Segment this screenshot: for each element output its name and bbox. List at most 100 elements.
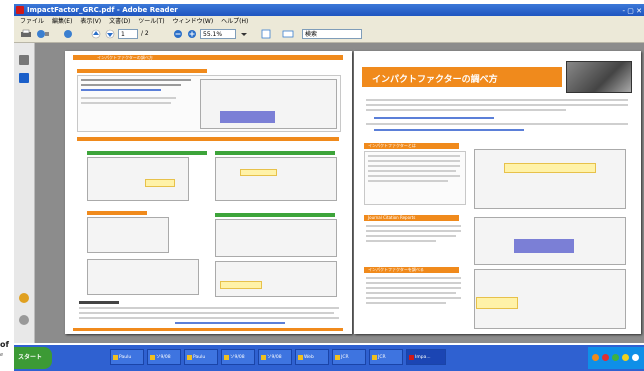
- screenshot-step: [87, 217, 169, 253]
- browser-icon: [298, 355, 303, 360]
- text-line: [81, 84, 181, 86]
- menu-view[interactable]: 表示(V): [80, 16, 101, 27]
- pdf-page-left: インパクトファクターの調べ方: [65, 51, 352, 334]
- menu-edit[interactable]: 編集(E): [52, 16, 72, 27]
- text-line: [366, 104, 628, 106]
- browser-icon: [335, 355, 340, 360]
- header-photo: [566, 61, 632, 93]
- formula-box: [504, 163, 596, 173]
- arrow-up-icon[interactable]: [90, 29, 102, 39]
- callout-box: [240, 169, 277, 176]
- comments-icon[interactable]: [19, 293, 29, 303]
- taskbar-item[interactable]: Paulu: [184, 349, 218, 365]
- zoom-in-icon[interactable]: [186, 29, 198, 39]
- folder-icon: [187, 355, 192, 360]
- tray-icon[interactable]: [622, 354, 629, 361]
- bookmarks-icon[interactable]: [19, 73, 29, 83]
- text-line: [79, 307, 339, 309]
- text-line: [368, 180, 448, 182]
- fit-width-icon[interactable]: [282, 29, 294, 39]
- menu-window[interactable]: ウィンドウ(W): [173, 16, 214, 27]
- taskbar-item[interactable]: ソ9/08: [258, 349, 292, 365]
- zoom-out-icon[interactable]: [172, 29, 184, 39]
- text-line: [366, 235, 456, 237]
- text-line: [368, 155, 460, 157]
- text-line: [368, 160, 460, 162]
- menu-tools[interactable]: ツール(T): [138, 16, 164, 27]
- tray-icon[interactable]: [632, 354, 639, 361]
- adobe-reader-icon: [16, 6, 24, 14]
- adobe-reader-icon: [409, 355, 414, 360]
- attachments-icon[interactable]: [19, 315, 29, 325]
- arrow-down-icon[interactable]: [104, 29, 116, 39]
- tray-icon[interactable]: [602, 354, 609, 361]
- print-icon[interactable]: [20, 29, 32, 39]
- fit-page-icon[interactable]: [260, 29, 272, 39]
- text-line: [366, 277, 461, 279]
- folder-icon: [113, 355, 118, 360]
- green-bar: [215, 213, 335, 217]
- text-line: [366, 282, 461, 284]
- text-line: [366, 297, 461, 299]
- taskbar-item[interactable]: Paulu: [110, 349, 144, 365]
- section-bar: [77, 137, 339, 141]
- link-line: [81, 89, 161, 91]
- cropped-caption-sub: e: [0, 352, 4, 358]
- email-icon[interactable]: [36, 29, 50, 39]
- section-heading: インパクトファクターとは: [368, 143, 416, 148]
- taskbar-item[interactable]: JCR: [332, 349, 366, 365]
- section-bar: [87, 211, 147, 215]
- menu-help[interactable]: ヘルプ(H): [221, 16, 248, 27]
- tray-icon[interactable]: [592, 354, 599, 361]
- text-line: [366, 230, 461, 232]
- text-line: [366, 109, 566, 111]
- link-line: [175, 322, 285, 324]
- taskbar-item-active[interactable]: Impa...: [406, 349, 446, 365]
- window-titlebar: ImpactFactor_GRC.pdf - Adobe Reader - ▢ …: [14, 4, 644, 16]
- text-line: [366, 302, 446, 304]
- chevron-down-icon[interactable]: [240, 29, 248, 39]
- zoom-select[interactable]: 55.1%: [200, 29, 236, 39]
- link-line: [374, 129, 524, 131]
- hand-tool-icon[interactable]: [62, 29, 74, 39]
- callout-box: [476, 297, 518, 309]
- tray-icon[interactable]: [612, 354, 619, 361]
- chart-bars: [220, 111, 275, 123]
- green-bar: [215, 151, 335, 155]
- callout-box: [220, 281, 262, 289]
- callout-box: [145, 179, 175, 187]
- cropped-caption: of: [0, 340, 9, 349]
- start-button[interactable]: スタート: [14, 347, 52, 369]
- page-total: / 2: [141, 30, 149, 37]
- taskbar-item[interactable]: ソ9/08: [221, 349, 255, 365]
- taskbar-item[interactable]: ソ9/08: [147, 349, 181, 365]
- footer-bar: [73, 328, 343, 331]
- text-line: [368, 165, 460, 167]
- menu-document[interactable]: 文書(D): [109, 16, 130, 27]
- text-line: [366, 292, 456, 294]
- windows-taskbar: スタート Paulu ソ9/08 Paulu ソ9/08 ソ9/08 Web J…: [14, 345, 644, 371]
- green-bar: [87, 151, 207, 155]
- menu-file[interactable]: ファイル: [20, 16, 44, 27]
- text-line: [79, 317, 339, 319]
- taskbar-item[interactable]: JCR: [369, 349, 403, 365]
- page-number-input[interactable]: 1: [118, 29, 138, 39]
- navigation-pane: [14, 43, 35, 343]
- search-input[interactable]: 検索: [302, 29, 362, 39]
- screenshot-step: [215, 219, 337, 257]
- text-line: [81, 79, 191, 81]
- document-viewport[interactable]: インパクトファクターの調べ方 インパクトファクターの調べ方 インパクトファクター…: [35, 43, 644, 343]
- taskbar-item[interactable]: Web: [295, 349, 329, 365]
- text-line: [79, 312, 334, 314]
- window-title: ImpactFactor_GRC.pdf - Adobe Reader: [27, 6, 178, 14]
- left-page-header: インパクトファクターの調べ方: [97, 55, 153, 60]
- text-heading: [79, 301, 119, 304]
- pages-icon[interactable]: [19, 55, 29, 65]
- screenshot-step: [87, 259, 199, 295]
- folder-icon: [261, 355, 266, 360]
- toolbar: 1 / 2 55.1% 検索: [14, 27, 644, 43]
- folder-icon: [224, 355, 229, 360]
- right-page-title: インパクトファクターの調べ方: [372, 75, 498, 85]
- browser-icon: [372, 355, 377, 360]
- chart-bars: [514, 239, 574, 253]
